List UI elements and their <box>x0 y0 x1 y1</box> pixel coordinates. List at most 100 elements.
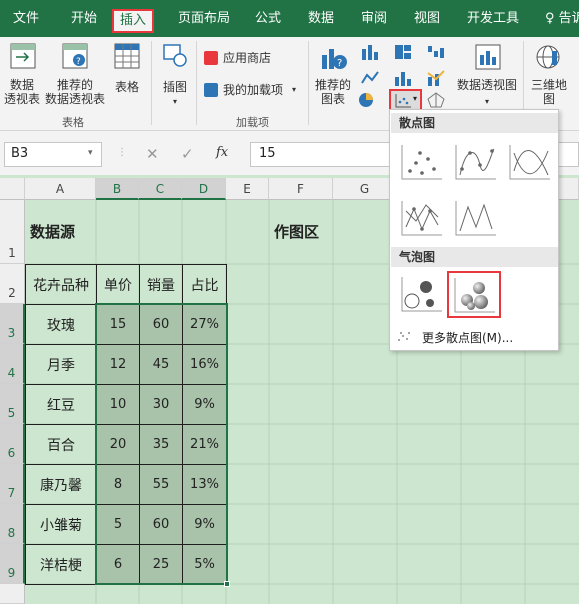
line-chart-icon[interactable] <box>360 69 382 87</box>
table-cell-share[interactable]: 9% <box>182 504 227 545</box>
table-icon <box>114 43 140 69</box>
column-header-g[interactable]: G <box>333 178 397 200</box>
table-cell-share[interactable]: 9% <box>182 384 227 425</box>
row-header-2[interactable]: 2 <box>0 264 25 304</box>
bubble-thumb[interactable] <box>398 273 444 315</box>
table-cell-sales[interactable]: 60 <box>139 304 183 345</box>
more-scatter-charts-link[interactable]: 更多散点图(M)... <box>396 328 552 346</box>
table-cell-sales[interactable]: 55 <box>139 464 183 505</box>
row-header-6[interactable]: 6 <box>0 424 25 464</box>
confirm-icon[interactable]: ✓ <box>181 145 194 163</box>
row-header-7[interactable]: 7 <box>0 464 25 504</box>
column-header-f[interactable]: F <box>269 178 333 200</box>
table-cell-variety[interactable]: 红豆 <box>25 384 97 425</box>
table-cell-variety[interactable]: 洋桔梗 <box>25 544 97 585</box>
header-cell-share[interactable]: 占比 <box>182 264 227 305</box>
scatter-straight-markers-thumb[interactable] <box>398 197 444 239</box>
table-cell-price[interactable]: 6 <box>96 544 140 585</box>
statistic-chart-icon[interactable] <box>393 69 415 87</box>
table-cell-sales[interactable]: 60 <box>139 504 183 545</box>
pivot-table-button[interactable]: 数据 透视表 <box>2 41 42 111</box>
table-cell-price[interactable]: 20 <box>96 424 140 465</box>
map-3d-button[interactable]: 三维地 图 <box>528 41 570 111</box>
table-cell-sales[interactable]: 45 <box>139 344 183 385</box>
combo-chart-icon[interactable] <box>426 69 448 87</box>
table-cell-price[interactable]: 5 <box>96 504 140 545</box>
table-cell-variety[interactable]: 康乃馨 <box>25 464 97 505</box>
row-header-8[interactable]: 8 <box>0 504 25 544</box>
table-cell-price[interactable]: 15 <box>96 304 140 345</box>
pie-chart-icon[interactable] <box>356 91 378 109</box>
row-header-4[interactable]: 4 <box>0 344 25 384</box>
table-cell-sales[interactable]: 35 <box>139 424 183 465</box>
scatter-straight-lines-thumb[interactable] <box>452 197 498 239</box>
chevron-down-icon: ▾ <box>413 94 418 103</box>
app-store-button[interactable]: 应用商店 <box>204 49 294 69</box>
tab-review[interactable]: 审阅 <box>361 9 387 29</box>
chevron-down-icon: ▾ <box>172 97 177 106</box>
fill-handle[interactable] <box>224 581 230 587</box>
illustrations-button[interactable]: 插图 ▾ <box>158 41 192 111</box>
table-cell-price[interactable]: 12 <box>96 344 140 385</box>
select-all-corner[interactable] <box>0 178 25 200</box>
table-cell-variety[interactable]: 小雏菊 <box>25 504 97 545</box>
table-cell-price[interactable]: 8 <box>96 464 140 505</box>
tab-formulas[interactable]: 公式 <box>255 9 281 29</box>
table-cell-variety[interactable]: 月季 <box>25 344 97 385</box>
scatter-chart-button[interactable]: ▾ <box>389 89 422 111</box>
store-icon <box>204 51 218 65</box>
chevron-down-icon[interactable]: ▾ <box>88 148 93 158</box>
recommended-charts-button[interactable]: ? 推荐的 图表 <box>312 41 354 111</box>
plot-area-title: 作图区 <box>274 223 320 241</box>
table-cell-variety[interactable]: 百合 <box>25 424 97 465</box>
globe-icon <box>536 45 560 69</box>
column-header-d[interactable]: D <box>182 178 226 200</box>
tab-view[interactable]: 视图 <box>414 9 440 29</box>
hierarchy-chart-icon[interactable] <box>393 43 415 61</box>
scatter-smooth-markers-thumb[interactable] <box>452 141 498 183</box>
radar-chart-icon[interactable] <box>426 91 448 109</box>
table-cell-share[interactable]: 16% <box>182 344 227 385</box>
recommended-pivot-button[interactable]: ? 推荐的 数据透视表 <box>44 41 106 111</box>
table-cell-share[interactable]: 21% <box>182 424 227 465</box>
row-header-1[interactable]: 1 <box>0 200 25 264</box>
row-header-5[interactable]: 5 <box>0 384 25 424</box>
waterfall-chart-icon[interactable] <box>426 43 448 61</box>
3d-bubble-option[interactable] <box>447 271 501 318</box>
column-chart-icon[interactable] <box>360 43 382 61</box>
tell-me[interactable]: ♀ 告诉 <box>545 9 579 29</box>
header-cell-sales[interactable]: 销量 <box>139 264 183 305</box>
tab-home[interactable]: 开始 <box>71 9 97 29</box>
table-cell-share[interactable]: 13% <box>182 464 227 505</box>
tab-insert[interactable]: 插入 <box>112 9 155 33</box>
scatter-chart-icon <box>395 94 411 108</box>
tab-developer[interactable]: 开发工具 <box>467 9 519 29</box>
tab-data[interactable]: 数据 <box>308 9 334 29</box>
row-header-3[interactable]: 3 <box>0 304 25 344</box>
tab-file[interactable]: 文件 <box>13 9 39 29</box>
column-header-b[interactable]: B <box>96 178 139 200</box>
row-header-9[interactable]: 9 <box>0 544 25 584</box>
table-button[interactable]: 表格 <box>110 41 144 111</box>
scatter-smooth-lines-thumb[interactable] <box>506 141 552 183</box>
column-header-c[interactable]: C <box>139 178 182 200</box>
table-cell-sales[interactable]: 25 <box>139 544 183 585</box>
pivot-chart-button[interactable]: 数据透视图 ▾ <box>454 41 520 111</box>
table-cell-share[interactable]: 5% <box>182 544 227 585</box>
cancel-icon[interactable]: ✕ <box>146 145 159 163</box>
pivot-table-icon <box>10 43 36 69</box>
header-cell-price[interactable]: 单价 <box>96 264 140 305</box>
table-cell-sales[interactable]: 30 <box>139 384 183 425</box>
column-header-e[interactable]: E <box>226 178 269 200</box>
table-cell-share[interactable]: 27% <box>182 304 227 345</box>
pivot-chart-icon <box>475 44 501 70</box>
header-cell-variety[interactable]: 花卉品种 <box>25 264 97 305</box>
tab-page-layout[interactable]: 页面布局 <box>178 9 230 29</box>
table-cell-variety[interactable]: 玫瑰 <box>25 304 97 345</box>
my-addins-button[interactable]: 我的加载项 ▾ <box>204 81 304 101</box>
column-header-a[interactable]: A <box>25 178 96 200</box>
table-cell-price[interactable]: 10 <box>96 384 140 425</box>
scatter-thumb[interactable] <box>398 141 444 183</box>
function-icon[interactable]: fx <box>216 145 228 160</box>
svg-text:?: ? <box>76 57 81 67</box>
